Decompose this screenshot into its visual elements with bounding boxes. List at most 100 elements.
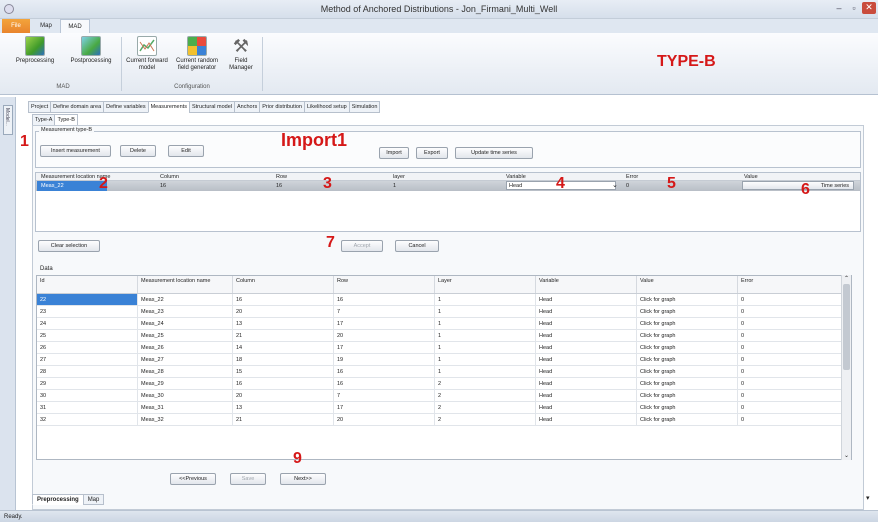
error-cell[interactable]: 0 xyxy=(626,181,629,191)
field-manager-button[interactable]: ⚒ Field Manager xyxy=(224,36,258,72)
layer-cell[interactable]: 1 xyxy=(435,294,536,305)
import-button[interactable]: Import xyxy=(379,147,409,159)
table-row[interactable]: 26 Meas_26 14 17 1 Head Click for graph 0 xyxy=(37,342,851,354)
value-cell[interactable]: Click for graph xyxy=(637,330,738,341)
dropdown-arrow-icon[interactable]: ▾ xyxy=(866,494,870,502)
scrollbar-thumb[interactable] xyxy=(843,284,850,370)
location-name-cell[interactable]: Meas_22 xyxy=(138,294,233,305)
postprocessing-button[interactable]: Postprocessing xyxy=(64,36,118,65)
table-row[interactable]: 25 Meas_25 21 20 1 Head Click for graph 0 xyxy=(37,330,851,342)
location-name-cell[interactable]: Meas_30 xyxy=(138,390,233,401)
row-cell[interactable]: 19 xyxy=(334,354,435,365)
table-row[interactable]: 31 Meas_31 13 17 2 Head Click for graph 0 xyxy=(37,402,851,414)
id-cell[interactable]: 22 xyxy=(37,294,138,305)
error-cell[interactable]: 0 xyxy=(738,414,842,425)
id-cell[interactable]: 25 xyxy=(37,330,138,341)
layer-cell[interactable]: 2 xyxy=(435,390,536,401)
value-cell[interactable]: Click for graph xyxy=(637,294,738,305)
tab-likelihood-setup[interactable]: Likelihood setup xyxy=(303,101,350,113)
tab-measurements[interactable]: Measurements xyxy=(147,101,190,113)
update-time-series-button[interactable]: Update time series xyxy=(455,147,533,159)
column-cell[interactable]: 21 xyxy=(233,414,334,425)
variable-cell[interactable]: Head xyxy=(536,366,637,377)
location-name-cell[interactable]: Meas_23 xyxy=(138,306,233,317)
layer-cell[interactable]: 1 xyxy=(435,318,536,329)
variable-cell[interactable]: Head xyxy=(536,330,637,341)
previous-button[interactable]: <<Previous xyxy=(170,473,216,485)
id-cell[interactable]: 29 xyxy=(37,378,138,389)
column-cell[interactable]: 15 xyxy=(233,366,334,377)
layer-cell[interactable]: 1 xyxy=(435,306,536,317)
error-cell[interactable]: 0 xyxy=(738,402,842,413)
layer-cell[interactable]: 1 xyxy=(435,342,536,353)
column-cell[interactable]: 13 xyxy=(233,402,334,413)
error-cell[interactable]: 0 xyxy=(738,294,842,305)
table-row[interactable]: 32 Meas_32 21 20 2 Head Click for graph 0 xyxy=(37,414,851,426)
column-cell[interactable]: 20 xyxy=(233,306,334,317)
col-header-layer[interactable]: Layer xyxy=(435,276,536,293)
tab-define-domain-area[interactable]: Define domain area xyxy=(50,101,105,113)
model-explorer-tab[interactable]: Model... xyxy=(3,105,13,135)
tab-anchors[interactable]: Anchors xyxy=(234,101,261,113)
variable-cell[interactable]: Head xyxy=(536,306,637,317)
tab-structural-model[interactable]: Structural model xyxy=(188,101,236,113)
location-name-cell[interactable]: Meas_27 xyxy=(138,354,233,365)
column-cell[interactable]: 20 xyxy=(233,390,334,401)
location-name-cell[interactable]: Meas_29 xyxy=(138,378,233,389)
variable-cell[interactable]: Head xyxy=(536,354,637,365)
location-name-cell[interactable]: Meas_25 xyxy=(138,330,233,341)
tab-prior-distribution[interactable]: Prior distribution xyxy=(259,101,305,113)
column-cell[interactable]: 13 xyxy=(233,318,334,329)
col-header-id[interactable]: Id xyxy=(37,276,138,293)
variable-cell[interactable]: Head xyxy=(536,378,637,389)
value-cell[interactable]: Click for graph xyxy=(637,306,738,317)
location-name-cell[interactable]: Meas_26 xyxy=(138,342,233,353)
variable-cell[interactable]: Head xyxy=(536,294,637,305)
id-cell[interactable]: 23 xyxy=(37,306,138,317)
id-cell[interactable]: 24 xyxy=(37,318,138,329)
value-cell[interactable]: Click for graph xyxy=(637,366,738,377)
close-button[interactable]: ✕ xyxy=(862,2,876,14)
ribbon-tab-mad[interactable]: MAD xyxy=(60,19,90,34)
forward-model-button[interactable]: Current forward model xyxy=(126,36,168,72)
preprocessing-button[interactable]: Preprocessing xyxy=(8,36,62,65)
row-cell[interactable]: 20 xyxy=(334,330,435,341)
edit-button[interactable]: Edit xyxy=(168,145,204,157)
tab-preprocessing[interactable]: Preprocessing xyxy=(32,494,84,505)
ribbon-tab-map[interactable]: Map xyxy=(34,19,58,34)
col-header-variable[interactable]: Variable xyxy=(536,276,637,293)
table-row[interactable]: 22 Meas_22 16 16 1 Head Click for graph 0 xyxy=(37,294,851,306)
variable-cell[interactable]: Head xyxy=(536,318,637,329)
table-row[interactable]: 24 Meas_24 13 17 1 Head Click for graph 0 xyxy=(37,318,851,330)
location-name-cell[interactable]: Meas_32 xyxy=(138,414,233,425)
tab-simulation[interactable]: Simulation xyxy=(348,101,381,113)
col-header-column[interactable]: Column xyxy=(233,276,334,293)
clear-selection-button[interactable]: Clear selection xyxy=(38,240,100,252)
row-cell[interactable]: 17 xyxy=(334,342,435,353)
value-cell[interactable]: Click for graph xyxy=(637,390,738,401)
column-cell[interactable]: 16 xyxy=(233,294,334,305)
error-cell[interactable]: 0 xyxy=(738,366,842,377)
edit-table-row[interactable]: Meas_22 16 16 1 Head ⌄ 0 Time series xyxy=(36,181,860,191)
id-cell[interactable]: 31 xyxy=(37,402,138,413)
variable-cell[interactable]: Head xyxy=(536,414,637,425)
row-cell[interactable]: 16 xyxy=(334,366,435,377)
error-cell[interactable]: 0 xyxy=(738,318,842,329)
export-button[interactable]: Export xyxy=(416,147,448,159)
row-cell[interactable]: 7 xyxy=(334,306,435,317)
next-button[interactable]: Next>> xyxy=(280,473,326,485)
value-cell[interactable]: Click for graph xyxy=(637,402,738,413)
layer-cell[interactable]: 1 xyxy=(435,330,536,341)
variable-cell[interactable]: Head xyxy=(536,390,637,401)
tab-define-variables[interactable]: Define variables xyxy=(103,101,149,113)
error-cell[interactable]: 0 xyxy=(738,378,842,389)
row-cell[interactable]: 17 xyxy=(334,318,435,329)
col-header-location-name[interactable]: Measurement location name xyxy=(138,276,233,293)
time-series-button[interactable]: Time series xyxy=(742,181,854,190)
ribbon-tab-file[interactable]: File xyxy=(2,19,30,34)
table-row[interactable]: 30 Meas_30 20 7 2 Head Click for graph 0 xyxy=(37,390,851,402)
error-cell[interactable]: 0 xyxy=(738,354,842,365)
maximize-button[interactable]: ▫ xyxy=(847,3,861,13)
row-cell[interactable]: 20 xyxy=(334,414,435,425)
value-cell[interactable]: Click for graph xyxy=(637,414,738,425)
